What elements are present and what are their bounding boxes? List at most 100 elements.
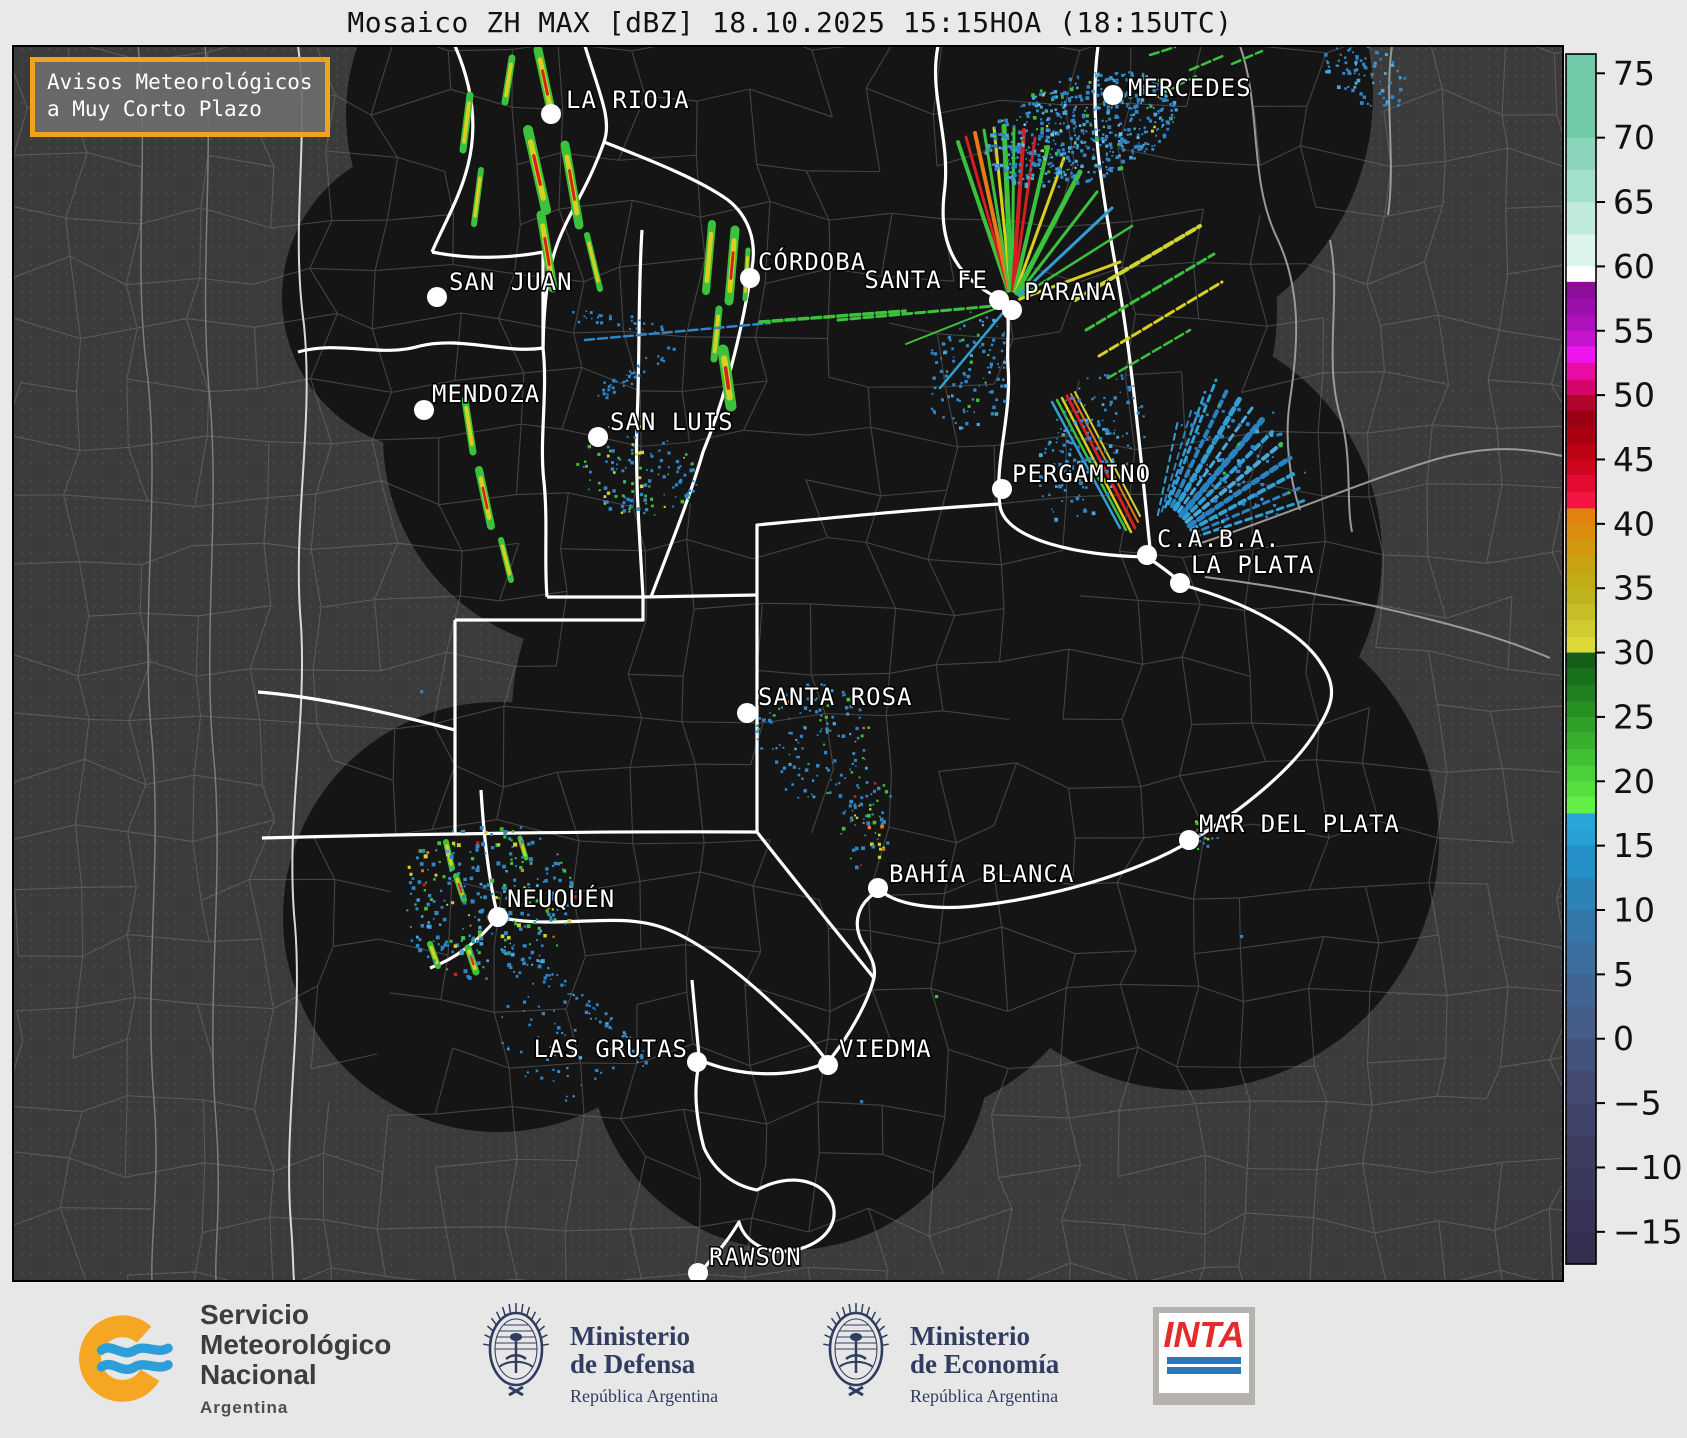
colorbar-segment (1566, 813, 1596, 831)
city-label: MENDOZA (432, 380, 540, 408)
colorbar-segment (1566, 395, 1596, 412)
smn-wordmark: Servicio Meteorológico Nacional Argentin… (200, 1300, 391, 1423)
smn-logo-icon (79, 1315, 173, 1402)
colorbar-segment (1566, 796, 1596, 815)
city-label: MAR DEL PLATA (1199, 810, 1400, 838)
colorbar-segment (1566, 1070, 1596, 1104)
colorbar-segment (1566, 330, 1596, 347)
colorbar-segment (1566, 765, 1596, 782)
colorbar-segment (1566, 781, 1596, 798)
inta-bar-1 (1167, 1357, 1241, 1364)
colorbar-segment (1566, 845, 1596, 879)
colorbar-segment (1566, 459, 1596, 476)
colorbar-segment (1566, 572, 1596, 589)
colorbar-segment (1566, 1103, 1596, 1136)
economia-logo-group: Ministerio de Economía República Argenti… (816, 1290, 1059, 1412)
colorbar-segment (1566, 427, 1596, 445)
colorbar-segment (1566, 716, 1596, 733)
colorbar-tick-label: 20 (1613, 762, 1655, 801)
colorbar-segment (1566, 620, 1596, 638)
colorbar-segment (1566, 732, 1596, 750)
colorbar-segment (1566, 556, 1596, 574)
colorbar: 757065605550454035302520151050−5−10−15 (1565, 53, 1683, 1265)
colorbar-segment (1566, 508, 1596, 525)
city-dot (1002, 300, 1022, 320)
defensa-subtitle: República Argentina (570, 1386, 719, 1406)
city-dot (427, 287, 447, 307)
inta-bar-2 (1167, 1367, 1241, 1374)
city-label: SAN JUAN (449, 268, 573, 296)
colorbar-segment (1566, 444, 1596, 461)
smn-country-label: Argentina (200, 1398, 289, 1417)
city-dot (992, 479, 1012, 499)
city-label: C.A.B.A. (1157, 525, 1281, 553)
city-label: PARANA (1024, 278, 1117, 306)
colorbar-tick-label: 40 (1613, 504, 1655, 543)
economia-line-1: Ministerio (910, 1321, 1030, 1351)
colorbar-segment (1566, 652, 1596, 669)
city-dot (818, 1055, 838, 1075)
warning-line-2: a Muy Corto Plazo (47, 97, 262, 121)
colorbar-segment (1566, 137, 1596, 171)
smn-line-3: Nacional (200, 1359, 317, 1390)
city-label: CÓRDOBA (758, 246, 866, 276)
city-label: LA PLATA (1191, 551, 1315, 579)
city-dot (588, 427, 608, 447)
colorbar-segment (1566, 169, 1596, 203)
colorbar-segment (1566, 1135, 1596, 1169)
city-label: BAHÍA BLANCA (889, 859, 1074, 888)
city-dot (868, 878, 888, 898)
inta-logo: INTA (1153, 1307, 1255, 1405)
inta-wordmark: INTA (1163, 1314, 1245, 1355)
colorbar-segment (1566, 1038, 1596, 1072)
city-label: VIEDMA (839, 1035, 932, 1063)
city-label: SANTA ROSA (758, 683, 913, 711)
inta-logo-inner: INTA (1159, 1313, 1249, 1393)
defensa-line-1: Ministerio (570, 1321, 690, 1351)
colorbar-segment (1566, 1006, 1596, 1040)
city-label: LAS GRUTAS (534, 1035, 689, 1063)
colorbar-segment (1566, 1231, 1596, 1265)
colorbar-segment (1566, 1167, 1596, 1201)
page-title: Mosaico ZH MAX [dBZ] 18.10.2025 15:15HOA… (347, 6, 1233, 39)
city-dot (1179, 830, 1199, 850)
defensa-line-2: de Defensa (570, 1349, 696, 1379)
city-dot (737, 703, 757, 723)
coat-of-arms-icon (483, 1303, 549, 1397)
colorbar-segment (1566, 298, 1596, 316)
city-dot (541, 104, 561, 124)
colorbar-tick-label: 35 (1613, 569, 1655, 608)
colorbar-segment (1566, 346, 1596, 364)
city-dot (1137, 545, 1157, 565)
colorbar-tick-label: 10 (1613, 891, 1655, 930)
colorbar-segment (1566, 266, 1596, 283)
city-label: MERCEDES (1128, 74, 1252, 102)
colorbar-segment (1566, 410, 1596, 428)
colorbar-segment (1566, 942, 1596, 975)
colorbar-tick-label: 65 (1613, 183, 1655, 222)
colorbar-segment (1566, 281, 1596, 300)
colorbar-segment (1566, 474, 1596, 493)
city-dot (414, 400, 434, 420)
city-dot (740, 268, 760, 288)
colorbar-segment (1566, 362, 1596, 381)
colorbar-tick-label: 60 (1613, 247, 1655, 286)
city-label: NEUQUÉN (507, 884, 615, 913)
colorbar-segment (1566, 637, 1596, 654)
colorbar-segment (1566, 749, 1596, 767)
colorbar-segment (1566, 684, 1596, 703)
colorbar-segment (1566, 523, 1596, 540)
smn-logo-group: Servicio Meteorológico Nacional Argentin… (68, 1294, 391, 1423)
city-dot (1103, 85, 1123, 105)
radar-map: LA RIOJA MERCEDES SAN JUAN MENDOZA CÓRDOBA SA… (12, 45, 1683, 1282)
colorbar-tick-label: −10 (1613, 1148, 1683, 1187)
colorbar-segment (1566, 910, 1596, 943)
colorbar-tick-label: −5 (1613, 1084, 1662, 1123)
colorbar-segment (1566, 877, 1596, 911)
colorbar-tick-label: 55 (1613, 311, 1655, 350)
colorbar-segment (1566, 603, 1596, 621)
city-dot (488, 907, 508, 927)
city-label: PERGAMINO (1012, 460, 1151, 488)
city-label: LA RIOJA (566, 86, 690, 114)
colorbar-segment (1566, 234, 1596, 267)
